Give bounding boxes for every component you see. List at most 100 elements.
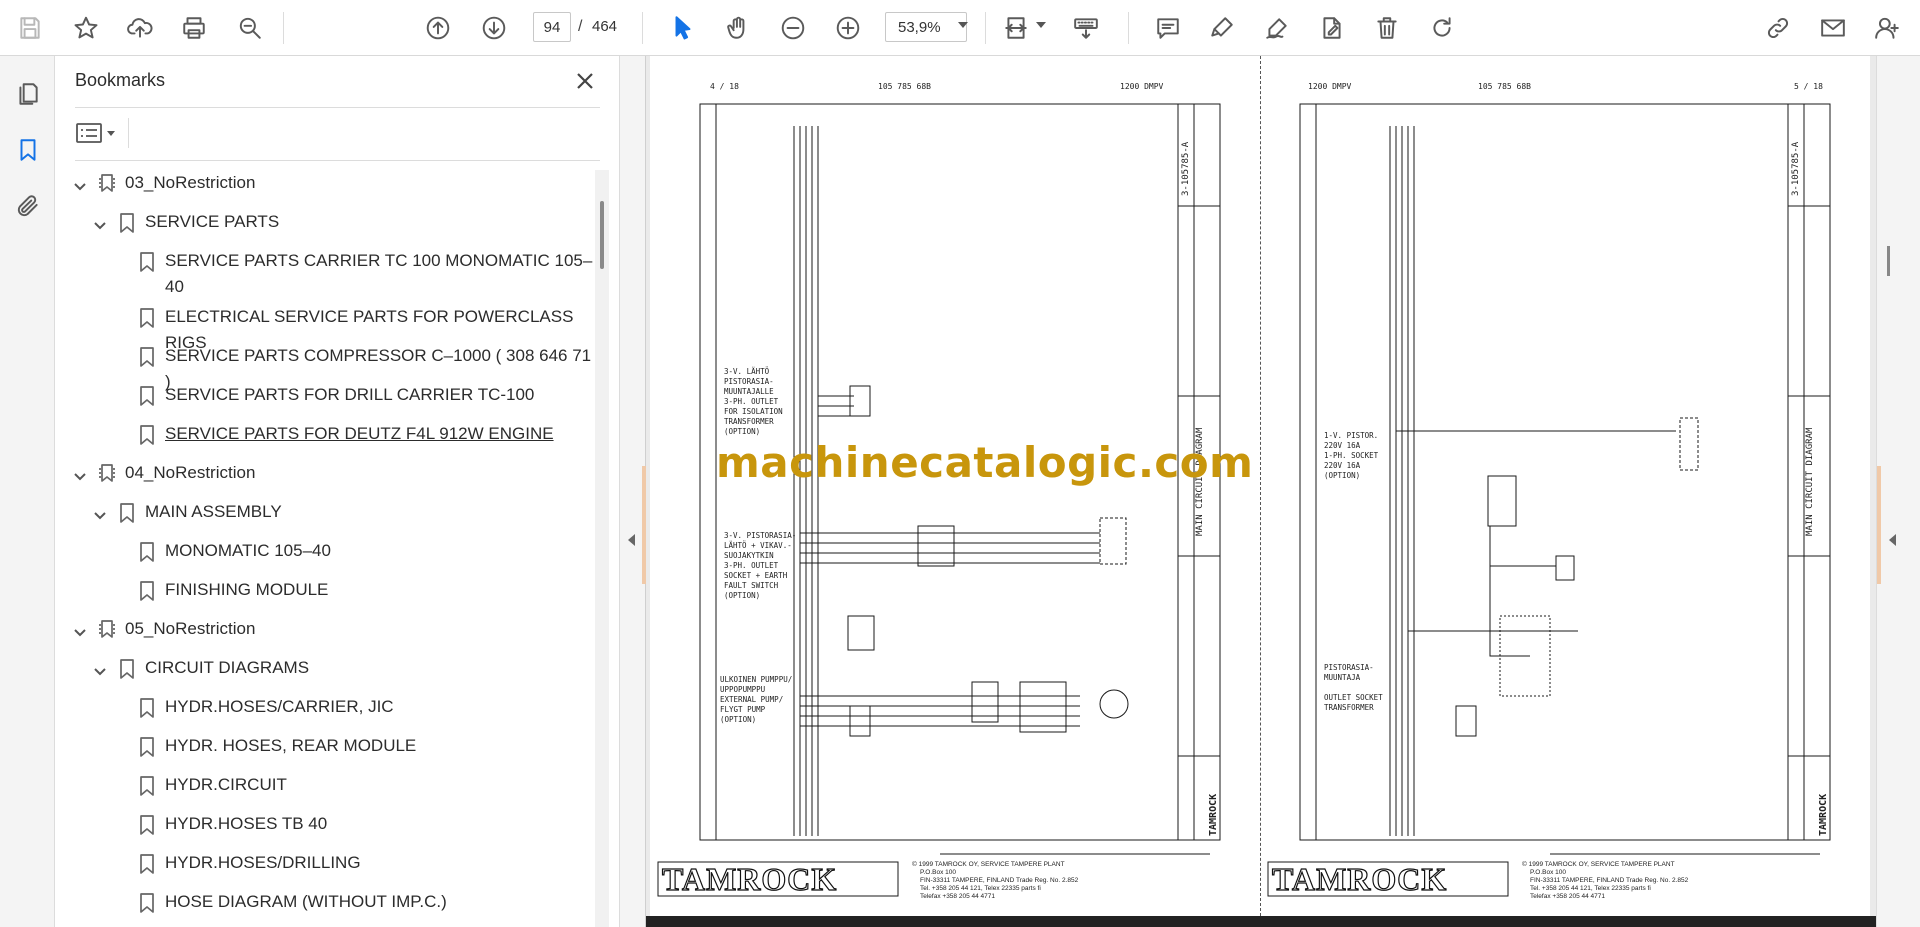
title-block-label: MAIN CIRCUIT DIAGRAM (1805, 427, 1815, 536)
diagram-label: (OPTION) (720, 715, 756, 724)
save-icon[interactable] (14, 12, 46, 44)
model-label: 1200 DMPV (1308, 82, 1352, 91)
chevron-down-icon[interactable] (93, 215, 107, 230)
rotate-icon[interactable] (1426, 12, 1458, 44)
star-icon[interactable] (70, 12, 102, 44)
delete-icon[interactable] (1371, 12, 1403, 44)
toolbar-divider (283, 12, 284, 44)
chevron-down-icon[interactable] (1036, 22, 1046, 28)
comment-icon[interactable] (1152, 12, 1184, 44)
zoom-out-icon[interactable] (777, 12, 809, 44)
page-divider (1260, 56, 1261, 916)
footer-text: FIN-33311 TAMPERE, FINLAND Trade Reg. No… (920, 877, 1079, 884)
footer-text: Telefax +358 205 44 4771 (1530, 893, 1605, 900)
bookmark-icon (137, 385, 157, 407)
bookmark-label: 04_NoRestriction (125, 463, 256, 482)
bookmark-icon (117, 658, 137, 680)
diagram-label: LÄHTÖ + VIKAV.- (724, 541, 792, 550)
diagram-label: TRANSFORMER (724, 417, 774, 426)
bookmark-label: HYDR.HOSES/DRILLING (165, 853, 361, 872)
expand-tools-arrow-icon[interactable] (1889, 534, 1896, 546)
chevron-down-icon[interactable] (93, 505, 107, 520)
bookmark-label: 40 (165, 277, 184, 296)
page-number-input[interactable]: 94 (533, 12, 571, 42)
diagram-label: 1-PH. SOCKET (1324, 451, 1379, 460)
sheet-number: 4 / 18 (710, 82, 739, 91)
document-viewer[interactable]: 4 / 18 105 785 68B 1200 DMPV 3-V. LÄHTÖ … (646, 56, 1876, 927)
bookmark-icon (137, 697, 157, 719)
scrollbar[interactable] (595, 170, 609, 927)
bookmark-options-button[interactable] (75, 118, 123, 148)
attachments-icon[interactable] (12, 190, 44, 222)
bookmark-icon (137, 853, 157, 875)
diagram-label: SUOJAKYTKIN (724, 551, 774, 560)
print-icon[interactable] (178, 12, 210, 44)
diagram-label: UPPOPUMPPU (720, 685, 765, 694)
scrollbar-thumb[interactable] (1887, 246, 1890, 276)
chevron-down-icon[interactable] (73, 466, 87, 481)
bookmark-icon (137, 541, 157, 563)
zoom-in-icon[interactable] (832, 12, 864, 44)
arrow-up-circle-icon[interactable] (422, 12, 454, 44)
share-link-icon[interactable] (1762, 12, 1794, 44)
bookmark-icon (137, 892, 157, 914)
chevron-down-icon[interactable] (958, 22, 968, 28)
bookmark-icon (137, 736, 157, 758)
panel-splitter[interactable] (620, 56, 646, 927)
diagram-label: OUTLET SOCKET (1324, 693, 1383, 702)
page-thumbnails-icon[interactable] (12, 78, 44, 110)
upload-icon[interactable] (124, 12, 156, 44)
chevron-down-icon[interactable] (93, 661, 107, 676)
bookmark-tree: 03_NoRestriction SERVICE PARTS SERVICE PAR… (55, 170, 593, 927)
bookmark-icon (137, 775, 157, 797)
collapse-left-arrow-icon[interactable] (628, 534, 635, 546)
diagram-label: 3-V. LÄHTÖ (724, 367, 770, 376)
zoom-level-select[interactable]: 53,9% (885, 12, 967, 42)
footer-text: © 1999 TAMROCK OY, SERVICE TAMPERE PLANT (1522, 860, 1675, 868)
bookmark-group-icon (97, 463, 117, 485)
main-toolbar: 94 / 464 53,9% (0, 0, 1920, 56)
diagram-label: EXTERNAL PUMP/ (720, 695, 783, 704)
sign-icon[interactable] (1261, 12, 1293, 44)
diagram-label: FAULT SWITCH (724, 581, 779, 590)
toolbar-divider (985, 12, 986, 44)
diagram-label: MUUNTAJALLE (724, 387, 774, 396)
bookmark-label: 05_NoRestriction (125, 619, 256, 638)
chevron-down-icon[interactable] (73, 176, 87, 191)
toolbar-divider (642, 12, 643, 44)
user-icon[interactable] (1871, 12, 1903, 44)
title-block-brand: TAMROCK (1208, 794, 1219, 836)
navigation-rail (0, 56, 55, 927)
bookmark-label: FINISHING MODULE (165, 580, 329, 599)
edit-document-icon[interactable] (1316, 12, 1348, 44)
keyboard-icon[interactable] (1070, 12, 1102, 44)
bookmark-icon (117, 212, 137, 234)
bookmark-label: 03_NoRestriction (125, 173, 256, 192)
email-icon[interactable] (1817, 12, 1849, 44)
bookmark-icon (137, 814, 157, 836)
diagram-label: (OPTION) (724, 591, 760, 600)
arrow-down-circle-icon[interactable] (478, 12, 510, 44)
fit-page-icon[interactable] (1000, 12, 1032, 44)
footer-text: Tel. +358 205 44 121, Telex 22335 parts … (920, 885, 1041, 892)
footer-text: P.O.Box 100 (920, 869, 956, 876)
diagram-label: FLYGT PUMP (720, 705, 766, 714)
diagram-label: 3-PH. OUTLET (724, 397, 779, 406)
pointer-icon[interactable] (667, 12, 699, 44)
right-tools-rail (1876, 56, 1920, 927)
hand-icon[interactable] (722, 12, 754, 44)
bookmark-label: MAIN ASSEMBLY (145, 502, 282, 521)
diagram-label: PISTORASIA- (1324, 663, 1374, 672)
chevron-down-icon[interactable] (73, 622, 87, 637)
bookmark-icon (137, 424, 157, 446)
bookmarks-icon[interactable] (12, 134, 44, 166)
highlighter-icon[interactable] (1206, 12, 1238, 44)
title-block-brand: TAMROCK (1818, 794, 1829, 836)
diagram-label: (OPTION) (1324, 471, 1360, 480)
close-icon[interactable] (571, 67, 599, 95)
scrollbar-thumb[interactable] (600, 201, 604, 269)
chevron-down-icon[interactable] (107, 130, 115, 136)
toolbar-divider (1128, 12, 1129, 44)
panel-divider (75, 107, 600, 108)
zoom-search-icon[interactable] (234, 12, 266, 44)
